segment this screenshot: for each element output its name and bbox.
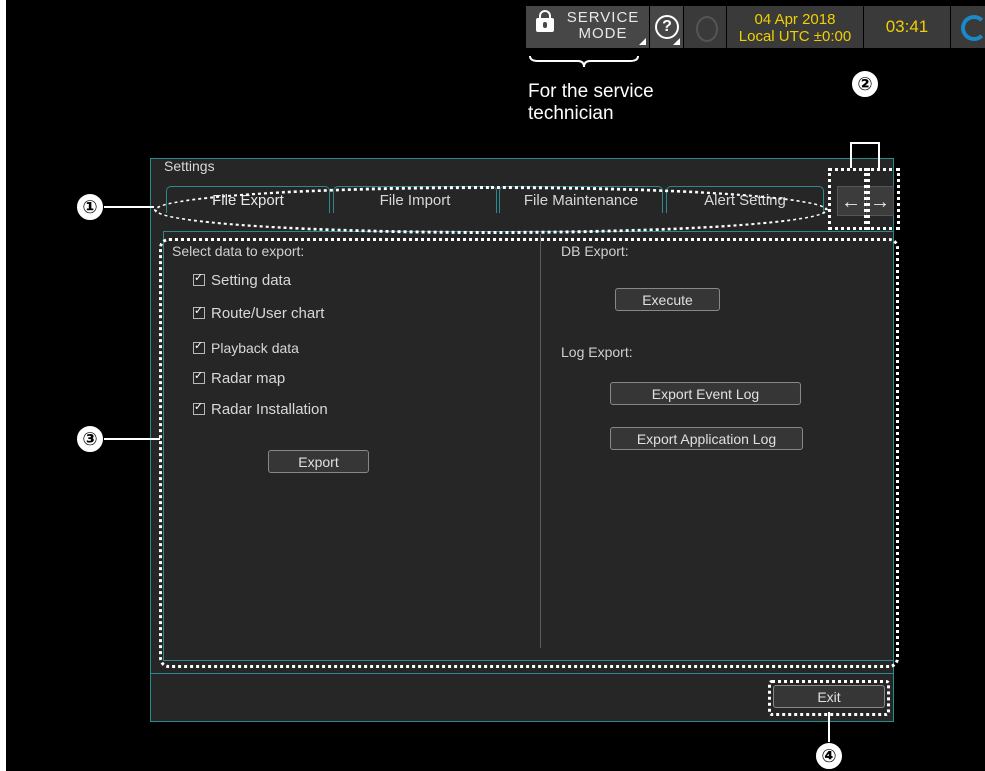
callout-3: ③ [76,425,104,453]
service-mode-line1: SERVICE [566,9,640,26]
callout-2-leader-right [878,142,880,168]
callout-1-leader [104,206,154,208]
callout-2-leader [850,142,880,144]
dropdown-corner-icon [639,38,646,45]
service-note: For the service technician [528,81,654,125]
satellite-icon [696,16,718,42]
callout-4-leader [828,712,830,746]
callout-2: ② [851,70,879,98]
satellite-status[interactable] [684,6,726,48]
help-icon: ? [655,15,679,39]
callout-4: ④ [815,742,843,770]
service-mode-button[interactable]: SERVICE MODE [526,6,649,48]
date-display[interactable]: 04 Apr 2018 Local UTC ±0:00 [727,6,863,48]
right-arrow-highlight-outline [864,168,900,230]
service-note-line2: technician [528,103,614,124]
time-display[interactable]: 03:41 [864,6,950,48]
service-mode-line2: MODE [578,25,628,42]
utc-offset-text: Local UTC ±0:00 [738,28,852,45]
tabs-highlight-outline [154,186,828,234]
settings-title: Settings [164,158,215,174]
service-brace-annotation [529,55,639,68]
status-indicator[interactable] [951,6,985,48]
exit-highlight-outline [768,680,890,716]
cycle-ring-icon [961,15,985,41]
service-mode-label: SERVICE MODE [564,10,642,42]
callout-1: ① [76,193,104,221]
help-button[interactable]: ? [650,6,683,48]
lock-icon [536,10,554,32]
date-text: 04 Apr 2018 [754,11,836,28]
callout-3-leader [104,438,160,440]
content-highlight-outline [159,238,899,668]
service-note-line1: For the service [528,81,654,102]
callout-2-leader-left [850,142,852,168]
dropdown-corner-icon [673,38,680,45]
